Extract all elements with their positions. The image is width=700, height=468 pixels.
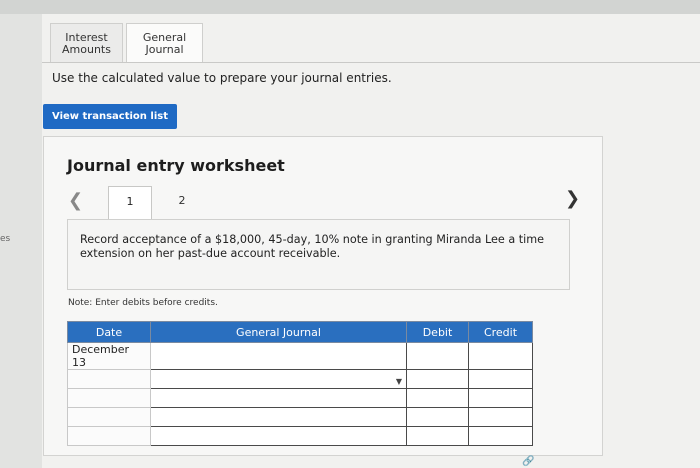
page-tab-2[interactable]: 2 xyxy=(160,186,204,219)
gutter-fragment: es xyxy=(0,234,11,244)
instruction-text: Use the calculated value to prepare your… xyxy=(52,71,392,85)
date-cell[interactable] xyxy=(67,369,151,389)
credit-input[interactable] xyxy=(468,342,533,370)
credit-input[interactable] xyxy=(468,388,533,408)
debit-input[interactable] xyxy=(406,388,469,408)
table-row xyxy=(67,407,533,427)
table-header-row: Date General Journal Debit Credit xyxy=(67,321,533,343)
debit-input[interactable] xyxy=(406,369,469,389)
date-cell[interactable] xyxy=(67,407,151,427)
table-row xyxy=(67,426,533,446)
caret-down-icon[interactable]: ▼ xyxy=(396,377,402,386)
journal-table: Date General Journal Debit Credit Decemb… xyxy=(67,321,533,446)
chevron-left-icon[interactable]: ❮ xyxy=(68,190,83,211)
date-cell[interactable]: December 13 xyxy=(67,342,151,370)
top-strip xyxy=(0,0,700,14)
date-cell[interactable] xyxy=(67,388,151,408)
link-icon[interactable]: 🔗 xyxy=(522,456,534,467)
debit-input[interactable] xyxy=(406,342,469,370)
header-credit: Credit xyxy=(468,321,533,343)
left-gutter: es xyxy=(0,14,42,468)
chevron-right-icon[interactable]: ❯ xyxy=(565,188,580,209)
header-general-journal: General Journal xyxy=(150,321,407,343)
account-input[interactable] xyxy=(150,426,407,446)
page-tab-1[interactable]: 1 xyxy=(108,186,152,219)
table-row: December 13 xyxy=(67,342,533,370)
credit-input[interactable] xyxy=(468,407,533,427)
debit-input[interactable] xyxy=(406,407,469,427)
account-input[interactable] xyxy=(150,388,407,408)
tab-interest-amounts[interactable]: Interest Amounts xyxy=(50,23,123,63)
account-input[interactable] xyxy=(150,407,407,427)
debit-input[interactable] xyxy=(406,426,469,446)
tab-underline xyxy=(42,62,700,63)
credit-input[interactable] xyxy=(468,426,533,446)
date-cell[interactable] xyxy=(67,426,151,446)
account-select[interactable]: ▼ xyxy=(150,369,407,389)
table-row: ▼ xyxy=(67,369,533,389)
entry-note: Note: Enter debits before credits. xyxy=(68,298,218,308)
date-value: December 13 xyxy=(72,343,130,369)
header-debit: Debit xyxy=(406,321,469,343)
view-transaction-list-button[interactable]: View transaction list xyxy=(43,104,177,129)
tab-label-line2: Amounts xyxy=(62,43,111,56)
account-input[interactable] xyxy=(150,342,407,370)
tab-label-line2: Journal xyxy=(145,43,184,56)
transaction-description: Record acceptance of a $18,000, 45-day, … xyxy=(67,219,570,290)
credit-input[interactable] xyxy=(468,369,533,389)
header-date: Date xyxy=(67,321,151,343)
worksheet-title: Journal entry worksheet xyxy=(67,156,285,175)
tab-general-journal[interactable]: General Journal xyxy=(126,23,203,63)
table-row xyxy=(67,388,533,408)
